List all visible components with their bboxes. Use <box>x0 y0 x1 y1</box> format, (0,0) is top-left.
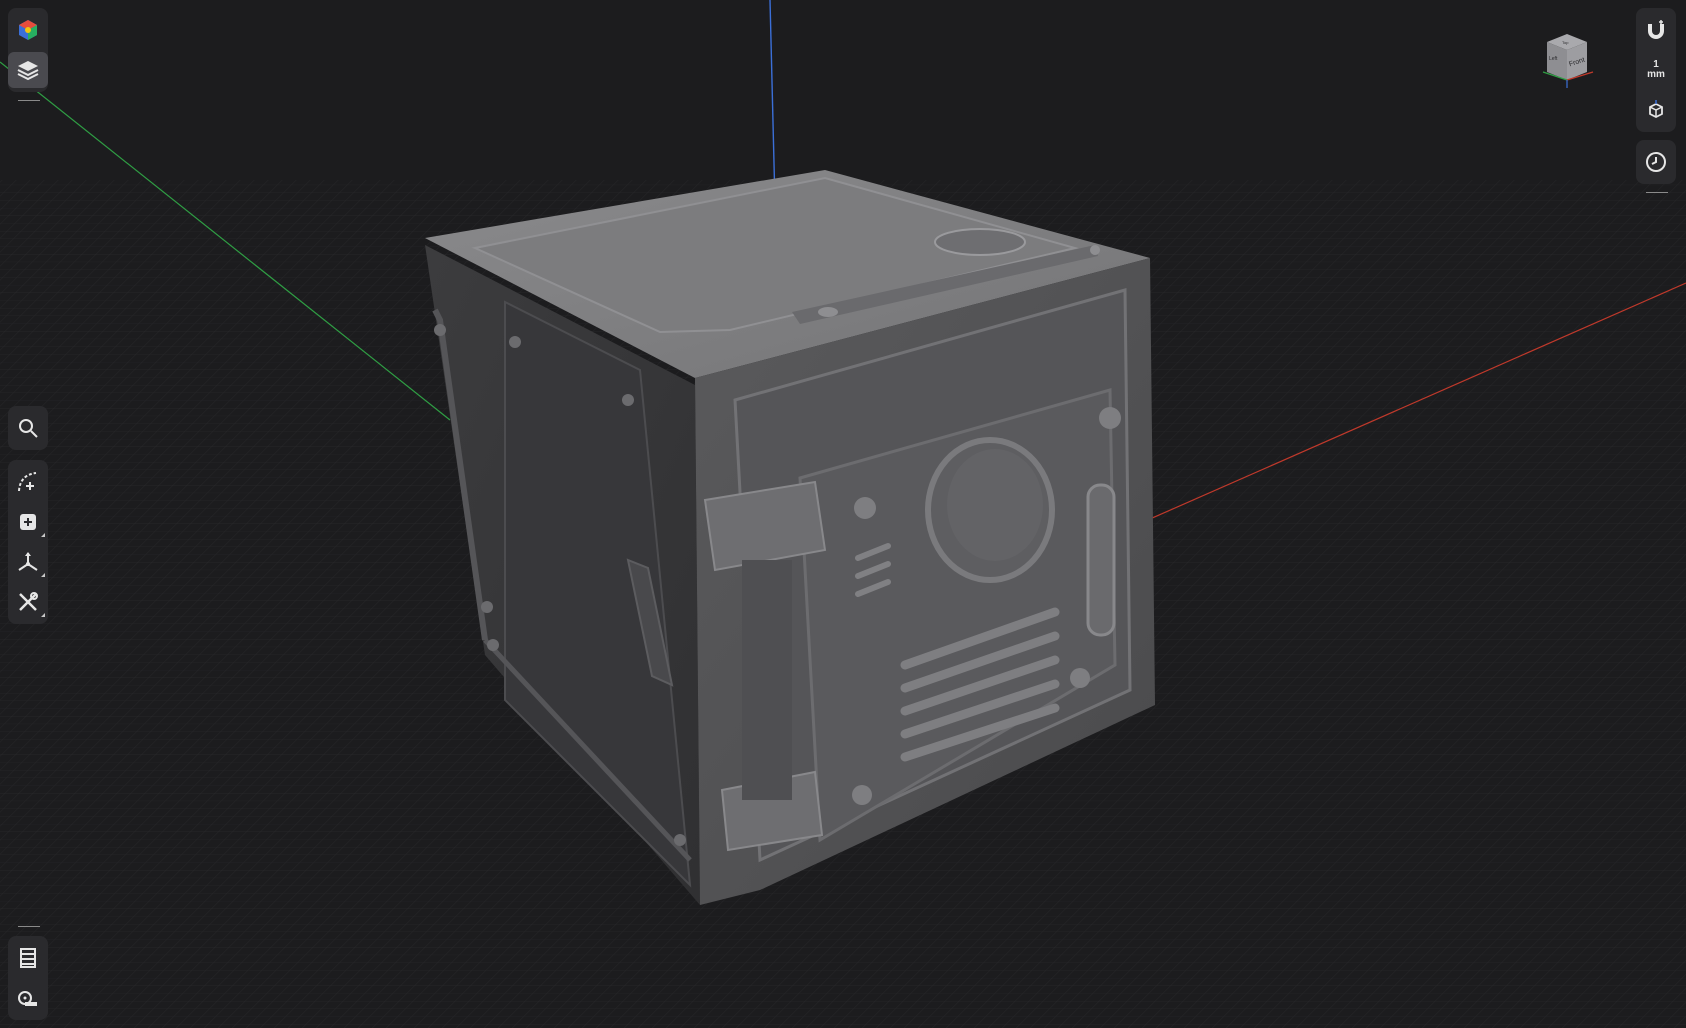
history-clock-icon[interactable] <box>1636 144 1676 180</box>
right-toolbar-top: 1 mm <box>1636 8 1676 132</box>
add-primitive-icon[interactable] <box>8 504 48 540</box>
door-handle <box>1086 483 1116 637</box>
view-cube[interactable]: Front Left Top <box>1535 30 1605 95</box>
appearance-icon[interactable] <box>8 12 48 48</box>
search-icon[interactable] <box>8 410 48 446</box>
unit-selector[interactable]: 1 mm <box>1636 52 1676 88</box>
transform-icon[interactable] <box>8 544 48 580</box>
left-toolbar-tools <box>8 460 48 624</box>
magnet-snap-icon[interactable] <box>1636 12 1676 48</box>
section-view-icon[interactable] <box>8 940 48 976</box>
layers-icon[interactable] <box>8 52 48 88</box>
left-toolbar-divider-top <box>18 100 40 101</box>
unit-name: mm <box>1647 69 1665 80</box>
sketch-curve-icon[interactable] <box>8 464 48 500</box>
left-toolbar-search <box>8 406 48 450</box>
right-toolbar-divider <box>1646 192 1668 193</box>
view-cube-top-label: Top <box>1562 40 1569 45</box>
3d-viewport[interactable] <box>0 0 1686 1028</box>
right-toolbar-history <box>1636 140 1676 184</box>
tools-icon[interactable] <box>8 584 48 620</box>
left-toolbar-top <box>8 8 48 92</box>
orientation-cube-icon[interactable] <box>1636 92 1676 128</box>
left-toolbar-divider-bottom <box>18 926 40 927</box>
view-cube-left-label: Left <box>1549 56 1558 62</box>
left-toolbar-bottom <box>8 936 48 1020</box>
measure-tape-icon[interactable] <box>8 980 48 1016</box>
